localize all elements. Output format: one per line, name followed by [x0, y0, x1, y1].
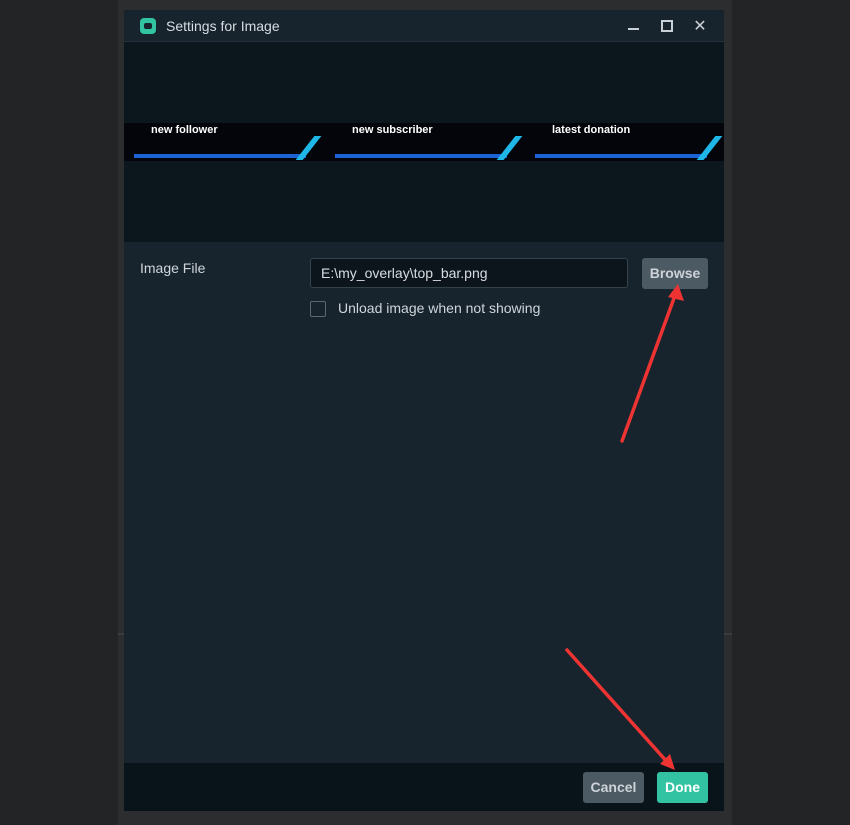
unload-image-checkbox[interactable]: [310, 301, 326, 317]
unload-image-label[interactable]: Unload image when not showing: [338, 300, 540, 316]
done-button[interactable]: Done: [657, 772, 708, 803]
overlay-underline: [535, 154, 707, 158]
overlay-slash: [696, 136, 723, 160]
minimize-icon: [628, 28, 639, 30]
dialog-footer: Cancel Done: [124, 763, 724, 811]
image-file-input[interactable]: [310, 258, 628, 288]
close-icon: ✕: [693, 16, 707, 35]
minimize-button[interactable]: [622, 14, 646, 38]
overlay-slash: [295, 136, 322, 160]
close-button[interactable]: ✕: [688, 14, 712, 38]
overlay-slash: [496, 136, 523, 160]
maximize-button[interactable]: [655, 14, 679, 38]
overlay-label: new subscriber: [352, 124, 433, 136]
browse-button[interactable]: Browse: [642, 258, 708, 289]
overlay-bar-preview: new follower new subscriber latest donat…: [124, 123, 724, 161]
cancel-button[interactable]: Cancel: [583, 772, 644, 803]
overlay-label: latest donation: [552, 124, 631, 136]
app-icon: [140, 18, 156, 34]
window-title: Settings for Image: [166, 18, 280, 34]
overlay-segment-donation: latest donation: [530, 123, 724, 161]
settings-window: Settings for Image ✕ new follower new su…: [124, 10, 724, 811]
overlay-underline: [335, 154, 507, 158]
overlay-segment-follower: new follower: [129, 123, 329, 161]
overlay-segment-subscriber: new subscriber: [330, 123, 530, 161]
overlay-label: new follower: [151, 124, 218, 136]
settings-form: Image File Browse Unload image when not …: [124, 242, 724, 763]
maximize-icon: [661, 20, 673, 32]
image-file-label: Image File: [140, 260, 206, 276]
title-bar[interactable]: Settings for Image ✕: [124, 10, 724, 42]
image-preview: new follower new subscriber latest donat…: [124, 42, 724, 242]
overlay-underline: [134, 154, 306, 158]
